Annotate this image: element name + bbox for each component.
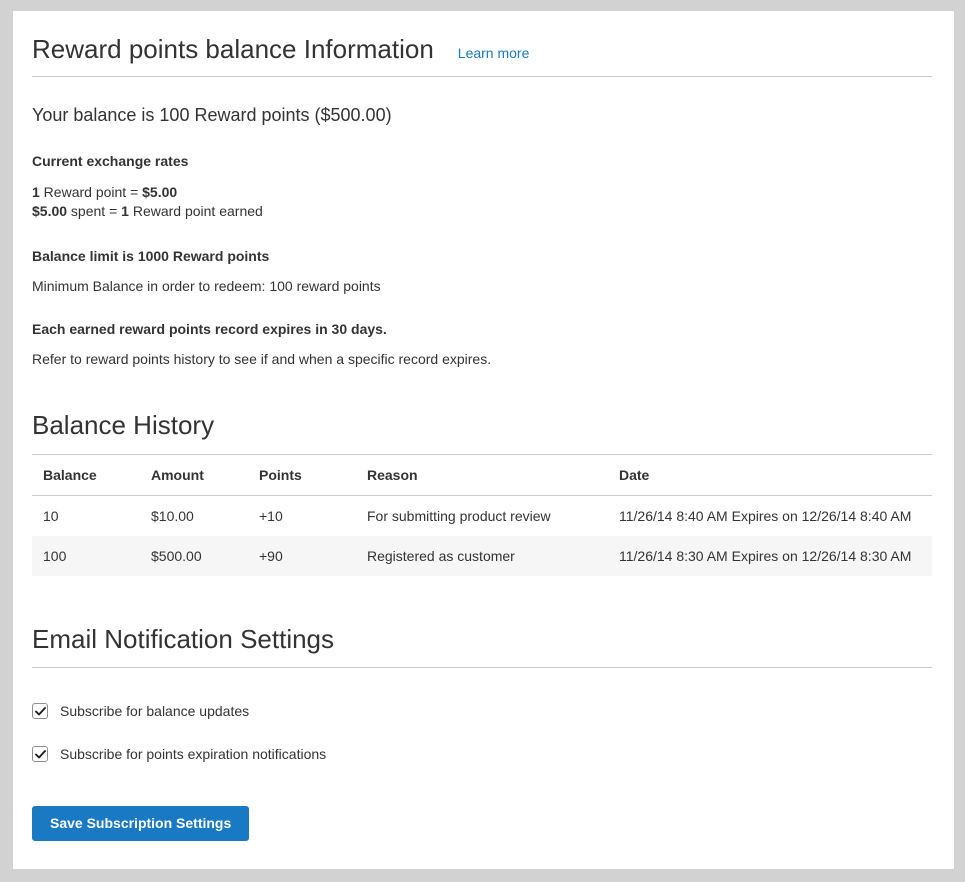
reward-points-panel: Reward points balance Information Learn … <box>13 11 954 869</box>
points-expiration-option: Subscribe for points expiration notifica… <box>32 746 932 762</box>
page-header: Reward points balance Information Learn … <box>32 26 932 77</box>
learn-more-link[interactable]: Learn more <box>458 45 530 61</box>
exchange-rates-heading: Current exchange rates <box>32 153 932 169</box>
cell-amount: $500.00 <box>140 536 248 576</box>
email-notification-section: Email Notification Settings Subscribe fo… <box>32 624 932 841</box>
column-header-amount: Amount <box>140 455 248 496</box>
rate-line-earn: 1 Reward point = $5.00 <box>32 183 932 202</box>
column-header-points: Points <box>248 455 356 496</box>
table-header-row: Balance Amount Points Reason Date <box>32 455 932 496</box>
cell-points: +90 <box>248 536 356 576</box>
checkmark-icon <box>35 750 46 759</box>
balance-updates-option: Subscribe for balance updates <box>32 703 932 719</box>
balance-history-table: Balance Amount Points Reason Date 10 $10… <box>32 454 932 576</box>
balance-updates-checkbox[interactable] <box>32 703 48 719</box>
email-notification-title: Email Notification Settings <box>32 624 932 655</box>
exchange-rate-lines: 1 Reward point = $5.00 $5.00 spent = 1 R… <box>32 183 932 221</box>
minimum-redeem-text: Minimum Balance in order to redeem: 100 … <box>32 278 932 294</box>
cell-reason: Registered as customer <box>356 536 608 576</box>
cell-points: +10 <box>248 496 356 537</box>
balance-history-title: Balance History <box>32 410 932 441</box>
points-expiration-checkbox[interactable] <box>32 746 48 762</box>
table-row: 100 $500.00 +90 Registered as customer 1… <box>32 536 932 576</box>
table-row: 10 $10.00 +10 For submitting product rev… <box>32 496 932 537</box>
cell-amount: $10.00 <box>140 496 248 537</box>
expiration-note-text: Refer to reward points history to see if… <box>32 351 932 367</box>
balance-limit-section: Balance limit is 1000 Reward points Mini… <box>32 248 932 294</box>
balance-history-section: Balance History Balance Amount Points Re… <box>32 410 932 576</box>
rate-line-spend: $5.00 spent = 1 Reward point earned <box>32 202 932 221</box>
cell-date: 11/26/14 8:40 AM Expires on 12/26/14 8:4… <box>608 496 932 537</box>
column-header-balance: Balance <box>32 455 140 496</box>
save-subscription-settings-button[interactable]: Save Subscription Settings <box>32 806 249 841</box>
balance-updates-label[interactable]: Subscribe for balance updates <box>60 703 249 719</box>
expiration-rule-text: Each earned reward points record expires… <box>32 321 932 337</box>
balance-limit-text: Balance limit is 1000 Reward points <box>32 248 932 264</box>
exchange-rates-section: Current exchange rates 1 Reward point = … <box>32 153 932 221</box>
email-notification-header: Email Notification Settings <box>32 624 932 668</box>
cell-reason: For submitting product review <box>356 496 608 537</box>
points-expiration-label[interactable]: Subscribe for points expiration notifica… <box>60 746 326 762</box>
cell-balance: 10 <box>32 496 140 537</box>
column-header-date: Date <box>608 455 932 496</box>
column-header-reason: Reason <box>356 455 608 496</box>
checkmark-icon <box>35 707 46 716</box>
cell-date: 11/26/14 8:30 AM Expires on 12/26/14 8:3… <box>608 536 932 576</box>
page-title: Reward points balance Information <box>32 34 434 65</box>
expiration-section: Each earned reward points record expires… <box>32 321 932 367</box>
balance-summary: Your balance is 100 Reward points ($500.… <box>32 105 932 126</box>
cell-balance: 100 <box>32 536 140 576</box>
